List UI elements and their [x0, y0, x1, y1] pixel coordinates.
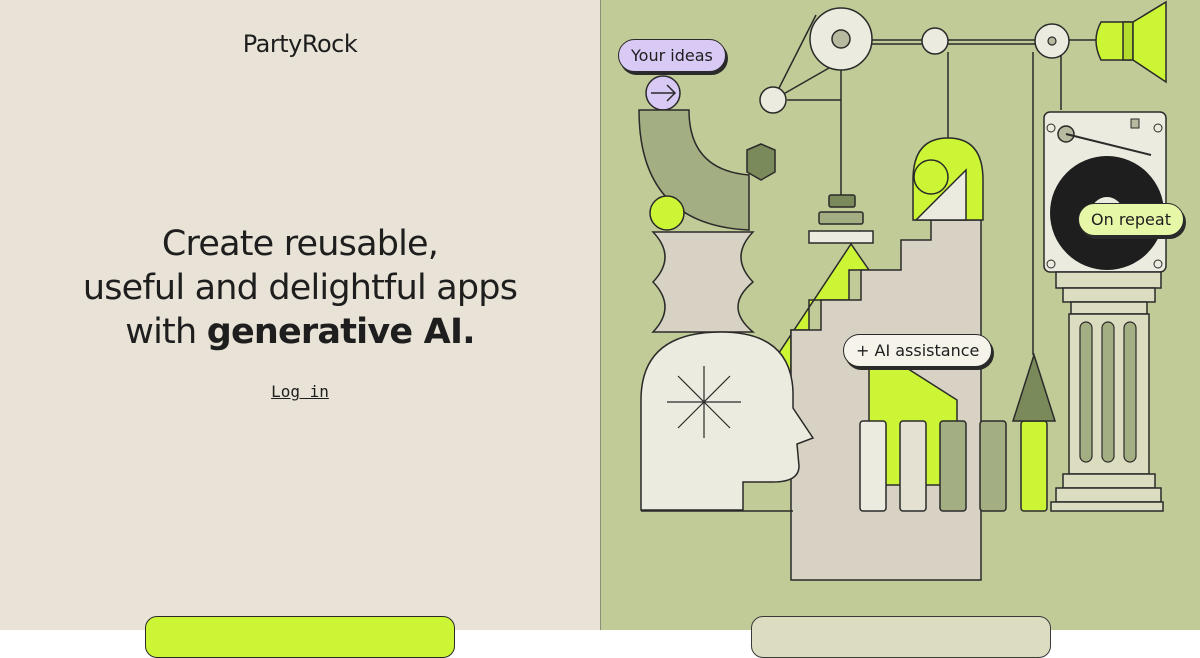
headline-line-2: useful and delightful apps: [82, 268, 518, 308]
pulley-small: [921, 27, 949, 55]
brand-logo[interactable]: PartyRock: [0, 30, 600, 58]
login-link[interactable]: Log in: [271, 382, 329, 401]
tag-on-repeat: On repeat: [1078, 203, 1184, 236]
bar: [939, 420, 967, 512]
column-base: [1050, 501, 1164, 512]
column-capital: [1055, 271, 1162, 289]
headline-line-3: with generative AI.: [0, 310, 600, 354]
bar: [979, 420, 1007, 512]
headline-emphasis: generative AI.: [206, 312, 476, 352]
bar: [859, 420, 887, 512]
hourglass-shape: [651, 231, 756, 333]
primary-cta-button[interactable]: [145, 616, 455, 658]
cone: [1011, 352, 1057, 422]
weight: [808, 230, 874, 244]
pulley-left: [759, 86, 787, 114]
machine-illustration: [638, 0, 1167, 581]
headline-line-3-prefix: with: [125, 312, 207, 352]
secondary-cta-button[interactable]: [751, 616, 1051, 658]
weight: [828, 194, 856, 208]
pulley-hub: [831, 29, 851, 49]
weight: [818, 211, 864, 225]
bar: [899, 420, 927, 512]
bar: [1020, 420, 1048, 512]
shield-icon: [746, 143, 776, 181]
tag-your-ideas: Your ideas: [618, 39, 726, 72]
pulley-hub: [1047, 36, 1057, 46]
login-container: Log in: [0, 382, 600, 401]
hero-panel: PartyRock Create reusable, useful and de…: [0, 0, 600, 658]
lime-ball: [649, 195, 685, 231]
speaker: [1095, 0, 1167, 84]
headline-line-1: Create reusable,: [161, 224, 439, 264]
illustration-panel: Your ideas + AI assistance On repeat: [600, 0, 1200, 658]
sparkle-icon: [667, 366, 741, 438]
lime-ball: [913, 159, 949, 195]
tag-ai-assistance: + AI assistance: [843, 334, 993, 367]
hero-headline: Create reusable, useful and delightful a…: [0, 222, 600, 354]
